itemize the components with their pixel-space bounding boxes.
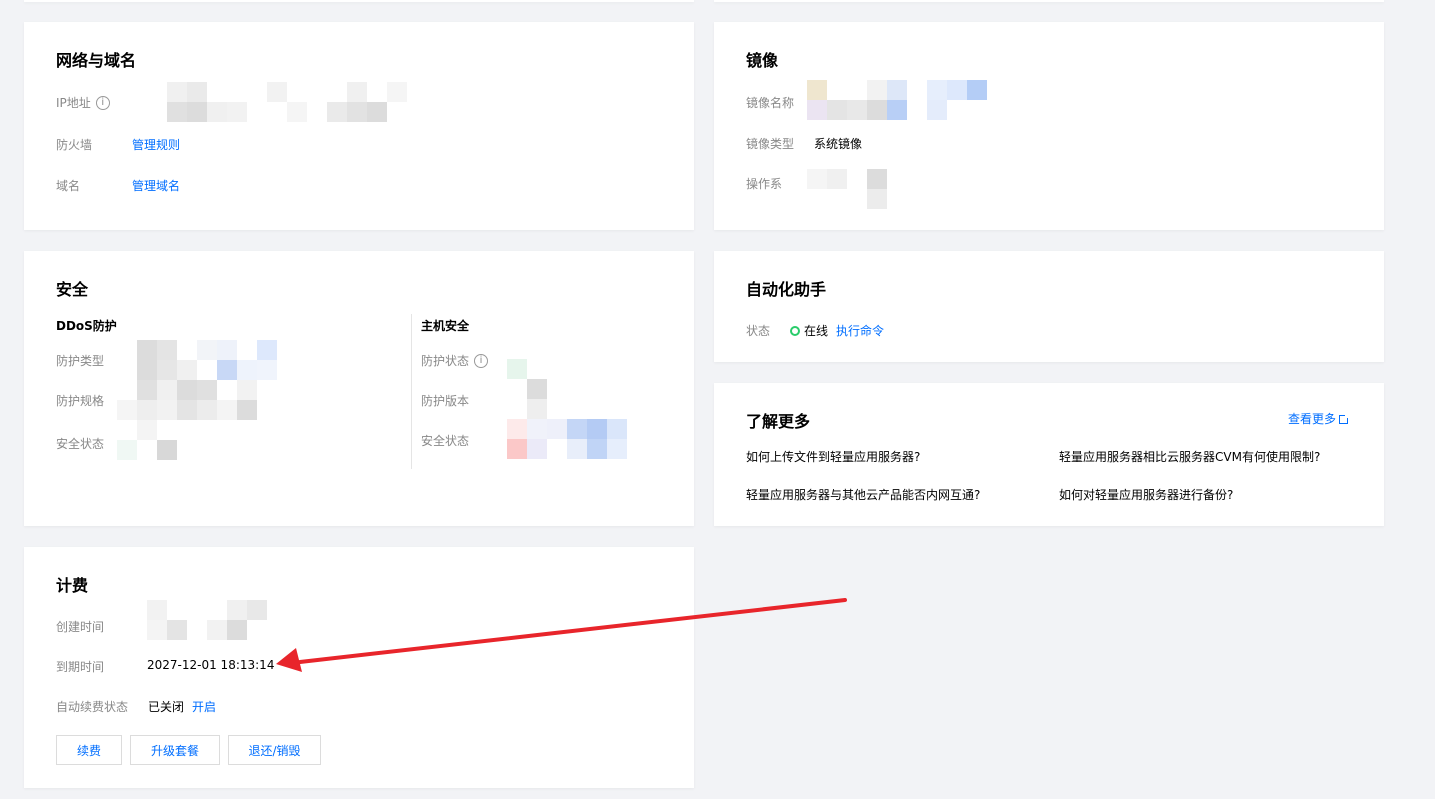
image-type-label: 镜像类型 <box>746 137 795 151</box>
renew-button[interactable]: 续费 <box>56 735 122 765</box>
enable-autorenew-link[interactable]: 开启 <box>192 698 216 715</box>
image-name-value-redacted <box>807 80 987 120</box>
network-card: 网络与域名 IP地址 i 防火墙 管理规则 域名 管理域名 <box>24 22 694 230</box>
created-time-label: 创建时间 <box>56 620 105 634</box>
view-more-text: 查看更多 <box>1288 412 1337 426</box>
top-card-left-partial <box>24 0 694 2</box>
host-status-label: 防护状态 i <box>421 352 489 369</box>
manage-rules-link[interactable]: 管理规则 <box>132 136 180 153</box>
info-icon[interactable]: i <box>95 95 110 110</box>
upgrade-plan-button[interactable]: 升级套餐 <box>130 735 220 765</box>
status-dot-icon <box>790 326 800 336</box>
view-more-link[interactable]: 查看更多 <box>1288 410 1351 427</box>
network-title: 网络与域名 <box>56 51 137 70</box>
autorenew-label: 自动续费状态 <box>56 700 129 714</box>
execute-command-link[interactable]: 执行命令 <box>836 322 884 339</box>
ddos-subtitle: DDoS防护 <box>56 319 117 333</box>
faq-link-limits[interactable]: 轻量应用服务器相比云服务器CVM有何使用限制? <box>1059 448 1320 465</box>
firewall-label: 防火墙 <box>56 138 93 152</box>
expiry-time-value: 2027-12-01 18:13:14 <box>147 658 275 672</box>
security-title: 安全 <box>56 280 89 299</box>
ddos-type-label: 防护类型 <box>56 354 105 368</box>
host-version-label: 防护版本 <box>421 394 470 408</box>
domain-label: 域名 <box>56 179 81 193</box>
ddos-values-redacted <box>117 340 277 460</box>
manage-domain-link[interactable]: 管理域名 <box>132 177 180 194</box>
refund-destroy-button[interactable]: 退还/销毁 <box>228 735 321 765</box>
host-security-subtitle: 主机安全 <box>421 319 470 333</box>
billing-title: 计费 <box>56 576 89 595</box>
external-link-icon <box>1339 413 1351 424</box>
image-type-value: 系统镜像 <box>814 137 863 151</box>
security-divider <box>411 314 412 469</box>
image-name-label: 镜像名称 <box>746 96 795 110</box>
billing-card: 计费 创建时间 到期时间 2027-12-01 18:13:14 自动续费状态 … <box>24 547 694 788</box>
expiry-time-label: 到期时间 <box>56 660 105 674</box>
ddos-status-label: 安全状态 <box>56 437 105 451</box>
automation-status-value: 在线 <box>790 322 828 339</box>
learn-more-card: 了解更多 查看更多 如何上传文件到轻量应用服务器? 轻量应用服务器相比云服务器C… <box>714 383 1384 526</box>
automation-title: 自动化助手 <box>746 280 827 299</box>
top-card-right-partial <box>714 0 1384 2</box>
host-status-label-text: 防护状态 <box>421 354 470 368</box>
os-label: 操作系 <box>746 177 783 191</box>
automation-status-label: 状态 <box>746 324 771 338</box>
faq-link-intranet[interactable]: 轻量应用服务器与其他云产品能否内网互通? <box>746 486 980 503</box>
autorenew-value: 已关闭 <box>148 700 185 714</box>
created-time-value-redacted <box>147 600 267 640</box>
info-icon[interactable]: i <box>474 353 489 368</box>
faq-link-upload[interactable]: 如何上传文件到轻量应用服务器? <box>746 448 920 465</box>
ip-address-label: IP地址 i <box>56 94 110 111</box>
image-title: 镜像 <box>746 51 779 70</box>
ip-address-label-text: IP地址 <box>56 96 91 110</box>
ip-address-value-redacted <box>147 82 407 122</box>
image-card: 镜像 镜像名称 镜像类型 系统镜像 操作系 <box>714 22 1384 230</box>
security-card: 安全 DDoS防护 防护类型 防护规格 安全状态 主机安全 防护状态 i 防护版… <box>24 251 694 526</box>
ddos-spec-label: 防护规格 <box>56 394 105 408</box>
learn-more-title: 了解更多 <box>746 412 811 431</box>
online-text: 在线 <box>804 324 829 338</box>
host-values-redacted <box>507 359 627 459</box>
host-safety-label: 安全状态 <box>421 434 470 448</box>
faq-link-backup[interactable]: 如何对轻量应用服务器进行备份? <box>1059 486 1233 503</box>
automation-card: 自动化助手 状态 在线 执行命令 <box>714 251 1384 362</box>
os-value-redacted <box>807 169 887 209</box>
